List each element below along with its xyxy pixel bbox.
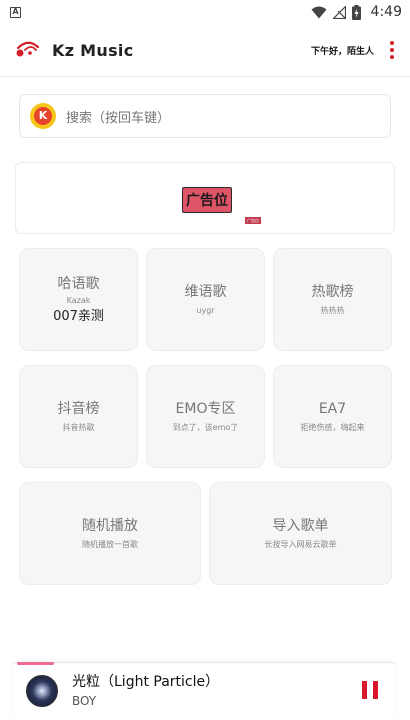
more-vertical-icon-dot	[390, 48, 394, 52]
tile-subtitle: uygr	[196, 306, 215, 315]
tile-title: 热歌榜	[311, 284, 354, 300]
tile-title: 抖音榜	[57, 401, 100, 417]
mini-player[interactable]: 光粒（Light Particle） BOY	[12, 662, 396, 718]
more-vertical-icon-dot	[390, 55, 394, 59]
tile-subtitle: 随机播放一首歌	[82, 540, 138, 549]
song-info: 光粒（Light Particle） BOY	[72, 673, 219, 708]
greeting-text: 下午好，陌生人	[310, 46, 374, 57]
swirl-logo-icon	[16, 41, 40, 57]
notification-icon: A	[10, 6, 21, 18]
status-bar: A 4:49	[0, 0, 410, 24]
tile-title: EMO专区	[175, 401, 236, 417]
tile-subtitle: 长按导入网易云歌单	[264, 540, 337, 549]
tile-shuffle-play[interactable]: 随机播放 随机播放一首歌	[19, 482, 201, 585]
tile-subtitle: 抖音热歌	[62, 423, 95, 432]
tile-extra: 007亲测	[53, 308, 104, 324]
pause-icon	[362, 681, 367, 699]
kugou-logo-icon: K	[30, 103, 56, 129]
tile-subtitle: 拒绝伤感，嗨起来	[300, 423, 365, 432]
tile-import-playlist[interactable]: 导入歌单 长按导入网易云歌单	[209, 482, 392, 585]
tile-uygr[interactable]: 维语歌 uygr	[146, 248, 265, 351]
pause-button[interactable]	[362, 681, 378, 699]
tile-title: 维语歌	[184, 284, 227, 300]
tile-ea7[interactable]: EA7 拒绝伤感，嗨起来	[273, 365, 392, 468]
header-divider	[0, 76, 410, 77]
app-title: Kz Music	[52, 40, 134, 60]
app-header: Kz Music 下午好，陌生人	[0, 30, 410, 70]
pause-icon-bar	[373, 681, 378, 699]
ad-tiny-label: 广告位	[245, 217, 261, 224]
playback-progress-bar	[17, 662, 54, 665]
tile-title: 随机播放	[82, 518, 138, 534]
search-input[interactable]: K 搜索（按回车键）	[19, 94, 391, 138]
tile-emo[interactable]: EMO专区 到点了，该emo了	[146, 365, 265, 468]
tile-subtitle: 热热热	[320, 306, 345, 315]
song-artist: BOY	[72, 694, 97, 708]
search-logo-letter: K	[34, 107, 52, 125]
tile-title: EA7	[318, 401, 347, 417]
wifi-icon	[311, 6, 327, 18]
tile-douyin-chart[interactable]: 抖音榜 抖音热歌	[19, 365, 138, 468]
signal-off-icon	[332, 5, 346, 19]
ad-label: 广告位	[182, 187, 232, 213]
tile-subtitle: 到点了，该emo了	[172, 423, 239, 432]
tile-kazak[interactable]: 哈语歌 Kazak 007亲测	[19, 248, 138, 351]
tile-title: 哈语歌	[57, 275, 100, 292]
battery-charging-icon	[351, 4, 361, 20]
tile-hot-chart[interactable]: 热歌榜 热热热	[273, 248, 392, 351]
more-vertical-icon	[390, 41, 394, 45]
status-time: 4:49	[370, 4, 402, 20]
tile-title: 导入歌单	[272, 518, 329, 534]
tile-subtitle: Kazak	[66, 295, 91, 305]
ad-banner[interactable]: 广告位 广告位	[15, 162, 395, 234]
song-title: 光粒（Light Particle）	[72, 674, 220, 690]
search-placeholder: 搜索（按回车键）	[66, 110, 171, 126]
album-art[interactable]	[26, 674, 58, 707]
more-options-button[interactable]	[388, 41, 396, 59]
